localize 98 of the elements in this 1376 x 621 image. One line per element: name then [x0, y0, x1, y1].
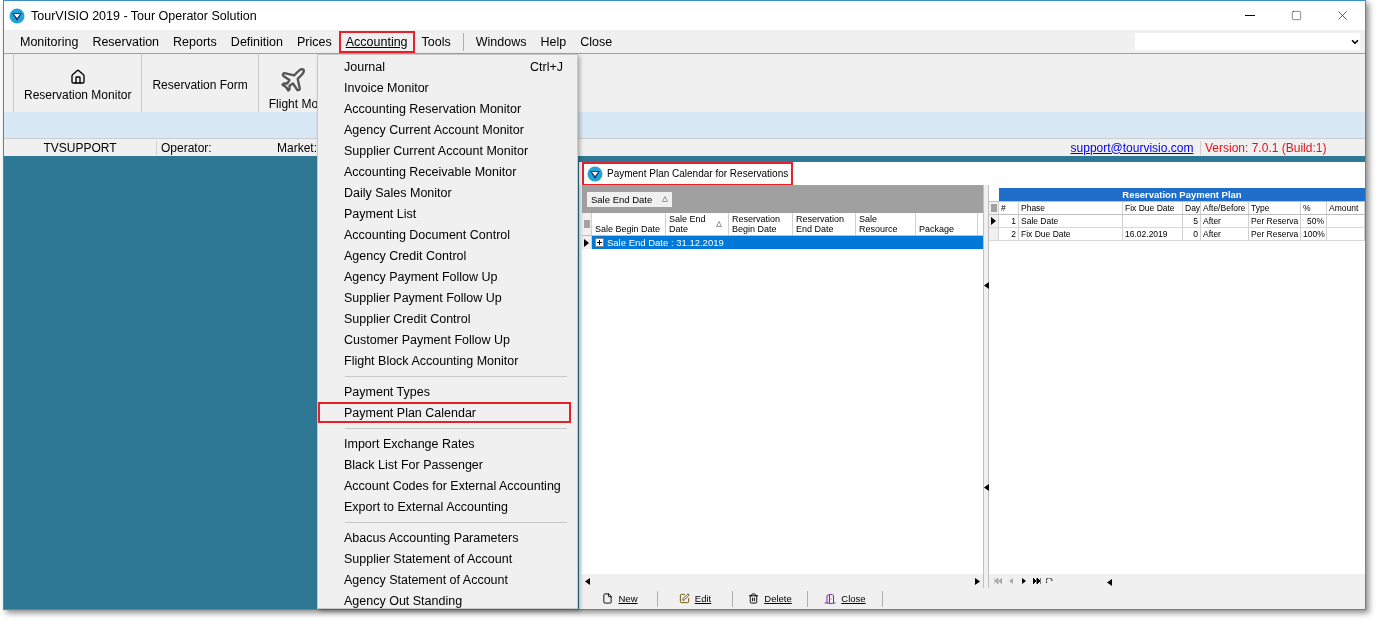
previous-icon — [1009, 578, 1013, 584]
group-row[interactable]: Sale End Date : 31.12.2019 — [582, 236, 983, 249]
table-cell: After — [1203, 216, 1221, 226]
column-header[interactable]: Sale Begin Date — [595, 224, 661, 234]
column-header[interactable]: Type — [1251, 203, 1270, 213]
column-chooser-icon[interactable] — [990, 203, 997, 213]
menu-entry[interactable]: Abacus Accounting Parameters — [318, 527, 571, 548]
menu-item[interactable]: Reservation — [85, 30, 167, 53]
group-by-chip[interactable]: Sale End Date — [587, 191, 673, 207]
column-header[interactable]: Afte/Before — [1203, 203, 1246, 213]
row-indicator-icon — [991, 217, 996, 225]
app-logo-icon — [9, 7, 25, 24]
menu-entry[interactable]: Payment Plan Calendar — [318, 402, 571, 423]
first-icon — [994, 578, 1002, 584]
window-title: TourVISIO 2019 - Tour Operator Solution — [31, 8, 257, 23]
table-cell: After — [1203, 229, 1221, 239]
column-header[interactable]: Day — [1185, 203, 1200, 213]
band-header: Reservation Payment Plan — [999, 188, 1365, 201]
menu-item[interactable]: Tools — [414, 30, 458, 53]
menu-entry[interactable]: Account Codes for External Accounting — [318, 475, 571, 496]
airplane-icon — [279, 65, 308, 94]
user-name: TVSUPPORT — [4, 140, 157, 155]
menu-entry[interactable]: Flight Block Accounting Monitor — [318, 350, 571, 371]
sort-icon — [662, 196, 669, 202]
menu-entry[interactable]: Accounting Document Control — [318, 224, 571, 245]
door-icon — [824, 592, 837, 605]
table-cell: 50% — [1307, 216, 1324, 226]
horizontal-scrollbar[interactable] — [582, 574, 983, 588]
market-label: Market: — [276, 140, 318, 155]
table-cell: 1 — [1011, 216, 1016, 226]
column-header[interactable]: # — [1001, 203, 1006, 213]
table-cell: 2 — [1011, 229, 1016, 239]
table-cell: Fix Due Date — [1021, 229, 1071, 239]
menu-entry[interactable]: Supplier Credit Control — [318, 308, 571, 329]
menu-entry[interactable]: Agency Credit Control — [318, 245, 571, 266]
table-cell: 0 — [1193, 229, 1198, 239]
scroll-left-icon[interactable] — [585, 577, 590, 585]
menu-entry[interactable]: Daily Sales Monitor — [318, 182, 571, 203]
menu-item[interactable]: Close — [573, 30, 620, 53]
menu-entry[interactable]: Black List For Passenger — [318, 454, 571, 475]
operator-label: Operator: — [160, 140, 213, 155]
column-header[interactable]: % — [1303, 203, 1311, 213]
version-label: Version: 7.0.1 (Build:1) — [1204, 140, 1328, 155]
menu-entry[interactable]: Export to External Accounting — [318, 496, 571, 517]
column-header[interactable]: Reservation End Date — [796, 214, 852, 234]
column-header[interactable]: Package — [919, 224, 955, 234]
trash-icon — [748, 593, 760, 604]
dropdown-field[interactable] — [1135, 33, 1360, 50]
table-cell: Per Reserva — [1251, 229, 1299, 239]
row-selector[interactable] — [989, 215, 999, 227]
menu-entry[interactable]: Agency Statement of Account — [318, 569, 571, 590]
menu-item[interactable]: Windows — [468, 30, 534, 53]
column-header[interactable]: Fix Due Date — [1125, 203, 1175, 213]
menu-entry[interactable]: Accounting Receivable Monitor — [318, 161, 571, 182]
scroll-right-icon[interactable] — [975, 577, 980, 585]
menu-item[interactable]: Monitoring — [13, 30, 86, 53]
menu-entry[interactable]: Payment List — [318, 203, 571, 224]
table-cell: 100% — [1303, 229, 1325, 239]
home-icon — [69, 68, 86, 85]
last-icon — [1033, 578, 1041, 584]
support-email-link[interactable]: support@tourvisio.com — [1064, 140, 1201, 155]
app-logo-icon — [587, 165, 603, 182]
pencil-icon — [678, 593, 690, 604]
last-record-button[interactable] — [1031, 575, 1043, 587]
table-cell: 5 — [1193, 216, 1198, 226]
menu-entry[interactable]: Customer Payment Follow Up — [318, 329, 571, 350]
next-icon — [1022, 578, 1026, 584]
first-record-button[interactable] — [992, 575, 1004, 587]
sort-icon — [716, 221, 722, 227]
maximize-icon — [1290, 10, 1302, 21]
menu-entry[interactable]: Supplier Payment Follow Up — [318, 287, 571, 308]
menu-entry[interactable]: Payment Types — [318, 381, 571, 402]
column-header[interactable]: Reservation Begin Date — [732, 214, 789, 234]
column-header[interactable]: Sale Resource — [859, 214, 912, 234]
menu-entry[interactable]: Agency Current Account Monitor — [318, 119, 571, 140]
refresh-icon — [1046, 578, 1054, 584]
menu-item[interactable]: Accounting — [338, 30, 415, 53]
scroll-left-icon[interactable] — [1107, 579, 1112, 586]
menu-item[interactable]: Help — [533, 30, 574, 53]
menu-entry[interactable]: Import Exchange Rates — [318, 433, 571, 454]
menu-item[interactable]: Prices — [290, 30, 339, 53]
column-header[interactable]: Phase — [1021, 203, 1046, 213]
table-cell: Per Reserva — [1251, 216, 1299, 226]
page-icon — [602, 593, 614, 604]
column-header[interactable]: Amount — [1329, 203, 1359, 213]
menu-item[interactable]: Definition — [223, 30, 290, 53]
menu-entry[interactable]: Agency Out Standing — [318, 590, 571, 611]
table-cell: Sale Date — [1021, 216, 1059, 226]
column-header[interactable]: Sale End Date — [669, 214, 725, 234]
menu-entry[interactable]: Agency Payment Follow Up — [318, 266, 571, 287]
table-cell: 16.02.2019 — [1125, 229, 1168, 239]
menu-item[interactable]: Reports — [166, 30, 224, 53]
minimize-icon — [1245, 15, 1255, 16]
menu-entry[interactable]: Supplier Current Account Monitor — [318, 140, 571, 161]
menu-entry[interactable]: Supplier Statement of Account — [318, 548, 571, 569]
column-chooser-icon[interactable] — [583, 219, 590, 229]
expand-icon[interactable] — [595, 238, 604, 247]
row-indicator-icon — [584, 238, 589, 247]
